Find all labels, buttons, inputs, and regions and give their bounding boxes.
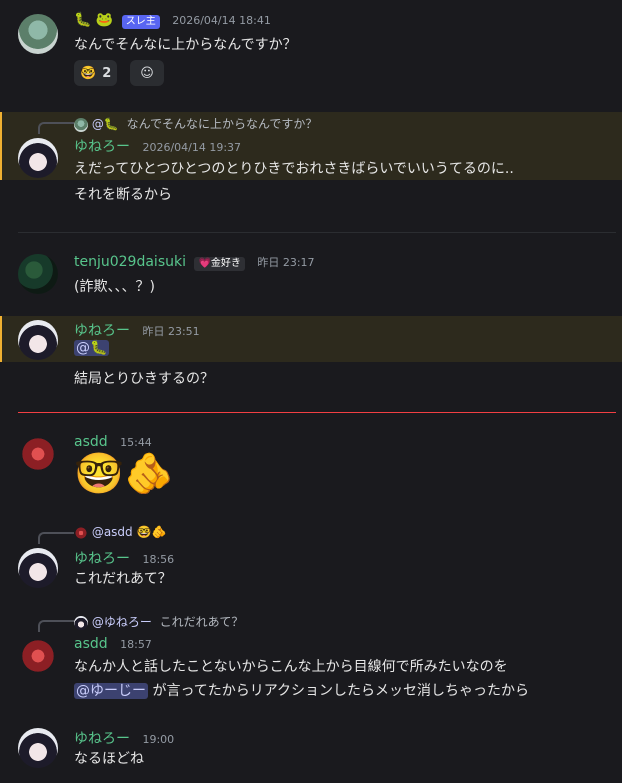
reply-at: @ — [91, 117, 104, 131]
reply-username: @asdd — [91, 525, 133, 539]
timestamp: 19:00 — [142, 733, 175, 746]
username[interactable]: tenju029daisuki — [74, 254, 186, 270]
user-mention[interactable]: @🐛 — [74, 340, 110, 356]
message-2: @🐛 なんでそんなに上からなんですか？ ゆねろー 2026/04/14 19:3… — [0, 112, 622, 180]
message-header: 🐛 🐸 スレ主 2026/04/14 18:41 — [74, 12, 271, 29]
reply-spine — [38, 532, 74, 544]
avatar[interactable] — [18, 636, 58, 676]
message-5: asdd 15:44 🤓 🫵 — [0, 430, 622, 510]
reply-emoji: 🤓🫵 — [136, 525, 167, 539]
message-8: ゆねろー 19:00 なるほどね — [0, 724, 622, 774]
message-3: tenju029daisuki 💗金好き 昨日 23:17 (詐欺、、、？) — [0, 250, 622, 300]
mention-highlight-bar — [0, 316, 2, 362]
user-mention[interactable]: @ゆーじー — [74, 683, 148, 699]
reply-avatar — [74, 615, 88, 630]
nerd-face-icon: 🤓 — [80, 65, 97, 81]
message-text: これだれあて？ — [74, 571, 172, 587]
reply-text: これだれあて？ — [159, 615, 244, 629]
timestamp: 昨日 23:51 — [142, 325, 200, 338]
message-6: @asdd 🤓🫵 ゆねろー 18:56 これだれあて？ — [0, 522, 622, 592]
reply-avatar — [74, 117, 88, 132]
avatar[interactable] — [18, 254, 58, 294]
message-header: ゆねろー 19:00 — [74, 728, 174, 748]
avatar[interactable] — [18, 14, 58, 54]
message-text: 結局とりひきするの？ — [74, 371, 214, 387]
timestamp: 18:57 — [120, 638, 152, 651]
new-messages-divider — [18, 412, 616, 413]
message-text-continued: それを断るから — [74, 187, 172, 203]
reply-username: @ゆねろー — [91, 615, 152, 629]
message-header: ゆねろー 2026/04/14 19:37 — [74, 136, 241, 156]
timestamp: 15:44 — [120, 436, 152, 449]
op-tag: スレ主 — [121, 15, 160, 29]
message-4: ゆねろー 昨日 23:51 @🐛 — [0, 316, 622, 362]
timestamp: 2026/04/14 19:37 — [142, 141, 242, 154]
reaction-count: 2 — [102, 65, 112, 81]
reply-preview[interactable]: @ゆねろー これだれあて？ — [74, 613, 243, 630]
reaction-nerd[interactable]: 🤓 2 — [74, 60, 118, 86]
username[interactable]: ゆねろー — [74, 731, 130, 747]
message-header: ゆねろー 昨日 23:51 — [74, 320, 200, 340]
username-emoji-2[interactable]: 🐸 — [96, 12, 113, 28]
message-7: @ゆねろー これだれあて？ asdd 18:57 なんか人と話したことないからこ… — [0, 610, 622, 706]
username[interactable]: ゆねろー — [74, 551, 130, 567]
reply-preview[interactable]: @🐛 なんでそんなに上からなんですか？ — [74, 115, 317, 132]
reply-spine — [38, 122, 74, 134]
divider — [18, 232, 616, 233]
username[interactable]: asdd — [74, 434, 108, 450]
message-text: なんでそんなに上からなんですか？ — [74, 37, 297, 53]
pointing-hand-icon: 🫵 — [124, 451, 174, 497]
avatar[interactable] — [18, 320, 58, 360]
avatar[interactable] — [18, 728, 58, 768]
reply-username: 🐛 — [103, 117, 119, 131]
message-mention-line: @🐛 — [74, 340, 110, 356]
timestamp: 2026/04/14 18:41 — [172, 14, 271, 27]
timestamp: 昨日 23:17 — [257, 256, 315, 269]
username[interactable]: asdd — [74, 636, 108, 652]
avatar[interactable] — [18, 548, 58, 588]
message-1: 🐛 🐸 スレ主 2026/04/14 18:41 なんでそんなに上からなんですか… — [0, 10, 622, 90]
reply-text: なんでそんなに上からなんですか？ — [126, 117, 318, 131]
message-text-line-2: @ゆーじー が言ってたからリアクションしたらメッセ消しちゃったから — [74, 680, 529, 700]
avatar[interactable] — [18, 138, 58, 178]
message-header: asdd 15:44 — [74, 434, 152, 450]
username[interactable]: ゆねろー — [74, 323, 130, 339]
message-text-continued: が言ってたからリアクションしたらメッセ消しちゃったから — [152, 683, 530, 699]
message-header: tenju029daisuki 💗金好き 昨日 23:17 — [74, 254, 315, 271]
message-text: なんか人と話したことないからこんな上から目線何で所みたいなのを — [74, 659, 508, 675]
smiley-icon: ☺ — [140, 65, 154, 81]
message-text: えだってひとつひとつのとりひきでおれさきばらいでいいうてるのに.. — [74, 161, 514, 177]
reply-avatar — [74, 525, 88, 540]
reply-spine — [38, 620, 74, 632]
nerd-face-icon: 🤓 — [74, 451, 124, 497]
message-text: (詐欺、、、？) — [74, 279, 155, 295]
avatar[interactable] — [18, 434, 58, 474]
message-header: asdd 18:57 — [74, 636, 152, 652]
timestamp: 18:56 — [142, 553, 175, 566]
add-reaction-button[interactable]: ☺ — [130, 60, 164, 86]
message-header: ゆねろー 18:56 — [74, 548, 174, 568]
reply-preview[interactable]: @asdd 🤓🫵 — [74, 525, 166, 540]
username-emoji[interactable]: 🐛 — [74, 12, 91, 28]
role-badge[interactable]: 💗金好き — [194, 257, 245, 271]
message-text: なるほどね — [74, 751, 144, 767]
mention-highlight-bar — [0, 112, 2, 180]
username[interactable]: ゆねろー — [74, 139, 130, 155]
